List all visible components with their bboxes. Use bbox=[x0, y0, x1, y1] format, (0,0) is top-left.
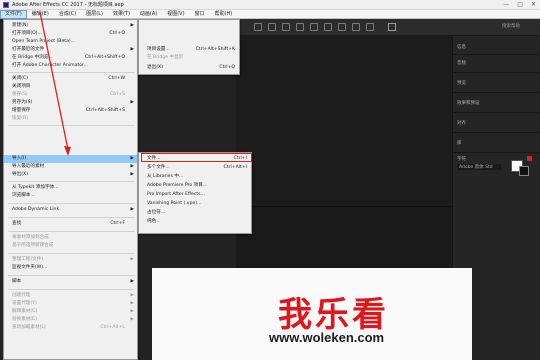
watermark-url: www.woleken.com bbox=[269, 330, 385, 345]
watermark-brand: 我乐看 bbox=[278, 295, 389, 335]
